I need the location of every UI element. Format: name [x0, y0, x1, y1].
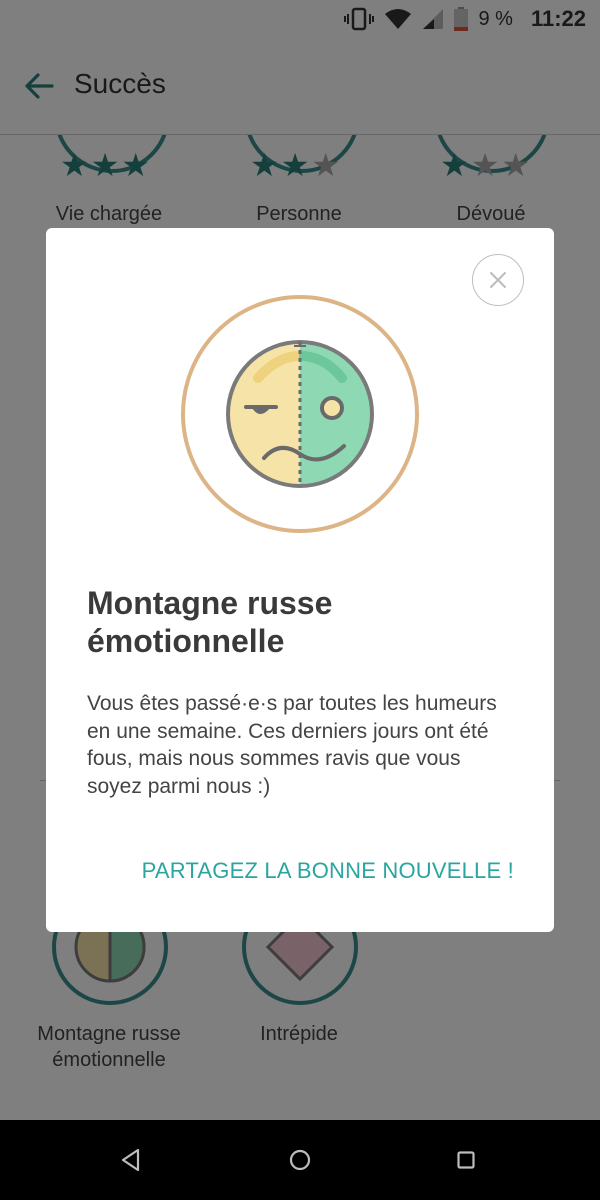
emotional-rollercoaster-icon: [181, 295, 419, 533]
close-button[interactable]: [472, 254, 524, 306]
dialog-body: Vous êtes passé·e·s par toutes les humeu…: [87, 692, 497, 798]
share-button[interactable]: PARTAGEZ LA BONNE NOUVELLE !: [142, 858, 514, 884]
nav-back-icon[interactable]: [120, 1148, 142, 1172]
achievement-dialog: Montagne russe émotionnelle Vous êtes pa…: [46, 228, 554, 932]
nav-recents-icon[interactable]: [457, 1151, 475, 1169]
close-icon: [489, 271, 506, 288]
dialog-title: Montagne russe émotionnelle: [87, 585, 333, 659]
nav-home-icon[interactable]: [289, 1149, 311, 1171]
system-nav-bar: [0, 1120, 600, 1200]
